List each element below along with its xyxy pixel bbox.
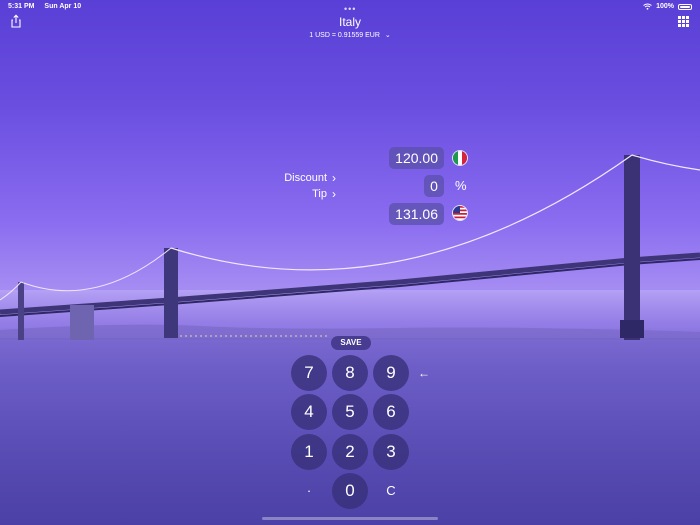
key-5[interactable]: 5 [332,394,368,430]
status-bar-right: 100% [643,3,692,10]
chevron-down-icon: ⌄ [384,32,391,39]
chevron-right-icon: › [332,187,336,201]
status-time: 5:31 PM [8,3,35,10]
key-8[interactable]: 8 [332,355,368,391]
key-9[interactable]: 9 [373,355,409,391]
battery-icon [678,3,692,10]
save-button[interactable]: SAVE [331,336,371,350]
flag-italy-icon[interactable] [452,150,468,166]
tip-label: Tip [312,188,327,200]
key-7[interactable]: 7 [291,355,327,391]
battery-percent: 100% [656,3,674,10]
key-2[interactable]: 2 [332,434,368,470]
key-6[interactable]: 6 [373,394,409,430]
exchange-rate-selector[interactable]: 1 USD = 0.91559 EUR ⌄ [0,31,700,39]
home-indicator[interactable] [262,517,438,520]
key-1[interactable]: 1 [291,434,327,470]
chevron-right-icon: › [332,171,336,185]
foreign-amount-field[interactable]: 120.00 [389,147,444,169]
flag-usa-icon[interactable] [452,205,468,221]
home-amount-field[interactable]: 131.06 [389,203,444,225]
percent-sign: % [455,178,467,193]
tip-link[interactable]: Tip › [312,187,336,201]
multitasking-dots[interactable]: ••• [344,4,356,14]
decimal-key[interactable]: · [291,473,327,509]
percent-field[interactable]: 0 [424,175,444,197]
key-3[interactable]: 3 [373,434,409,470]
status-bar-left: 5:31 PM Sun Apr 10 [8,3,89,10]
exchange-rate-label: 1 USD = 0.91559 EUR [309,32,380,39]
backspace-key[interactable]: ← [406,355,442,391]
discount-link[interactable]: Discount › [284,171,336,185]
clear-key[interactable]: C [373,473,409,509]
status-date: Sun Apr 10 [44,3,82,10]
discount-label: Discount [284,172,327,184]
key-4[interactable]: 4 [291,394,327,430]
key-0[interactable]: 0 [332,473,368,509]
page-title: Italy [338,15,361,29]
wifi-icon [643,3,652,10]
